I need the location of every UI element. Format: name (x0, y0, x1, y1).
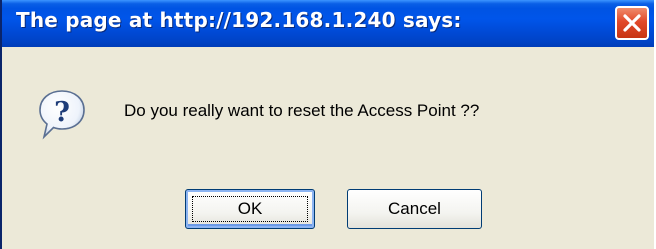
close-icon (623, 14, 641, 32)
dialog-title: The page at http://192.168.1.240 says: (16, 8, 462, 32)
dialog-message: Do you really want to reset the Access P… (124, 101, 480, 120)
cancel-button[interactable]: Cancel (347, 189, 482, 229)
focus-ring (192, 196, 308, 222)
close-button[interactable] (615, 6, 649, 40)
cancel-button-label: Cancel (388, 199, 441, 218)
dialog-body: ? Do you really want to reset the Access… (2, 47, 654, 249)
title-bar[interactable]: The page at http://192.168.1.240 says: (2, 0, 654, 47)
ok-button[interactable]: OK (185, 189, 315, 229)
alert-dialog: The page at http://192.168.1.240 says: ?… (0, 0, 654, 249)
question-icon: ? (39, 90, 85, 140)
svg-text:?: ? (54, 97, 70, 128)
